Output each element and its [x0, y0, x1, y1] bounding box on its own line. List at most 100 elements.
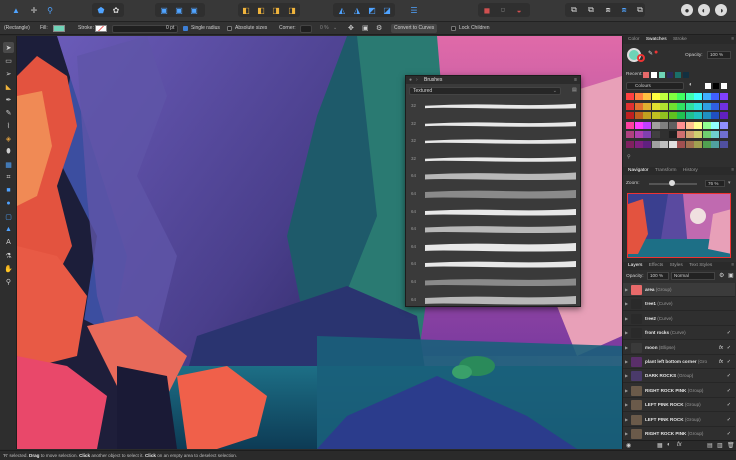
bring-front-icon[interactable]: ◧	[240, 4, 252, 16]
swatch[interactable]	[651, 112, 660, 119]
boolean-add-icon[interactable]: ◼	[481, 4, 493, 16]
swatch[interactable]	[694, 131, 702, 138]
corner-type-dropdown[interactable]	[300, 24, 312, 33]
tab-layers[interactable]: Layers	[628, 263, 642, 268]
swatch[interactable]	[668, 140, 677, 148]
expand-triangle-icon[interactable]: ▶	[625, 341, 628, 355]
settings-icon[interactable]: ✿	[110, 4, 122, 16]
layer-row[interactable]: ▶ plant left bottom corner (Gro fx ✓	[623, 355, 735, 369]
swatch[interactable]	[711, 131, 719, 138]
send-back-icon[interactable]: ◨	[286, 4, 298, 16]
swatch[interactable]	[668, 112, 677, 119]
brush-item[interactable]: 64	[409, 204, 579, 221]
layer-row[interactable]: ▶ RIGHT ROCK PINK (Group) ✓	[623, 384, 735, 398]
swatch[interactable]	[651, 131, 660, 138]
corner-tool-icon[interactable]: ◣	[3, 81, 14, 92]
order-back-icon[interactable]: ▣	[158, 4, 170, 16]
visibility-checkbox[interactable]: ✓	[727, 398, 731, 412]
tab-styles[interactable]: Styles	[670, 263, 683, 268]
swatch[interactable]	[634, 121, 643, 129]
swatch-white[interactable]	[705, 83, 711, 89]
search-icon[interactable]: ⚲	[627, 154, 631, 160]
duplicate-layer-icon[interactable]: ▥	[717, 442, 723, 449]
swatch[interactable]	[685, 112, 694, 119]
layer-row[interactable]: ▶ RIGHT ROCK PINK (Group) ✓	[623, 427, 735, 440]
vector-brush-icon[interactable]: ⌇	[3, 120, 14, 131]
layer-row[interactable]: ▶ moon (Ellipse) fx ✓	[623, 341, 735, 355]
swatch[interactable]	[634, 102, 643, 110]
boolean-divide-icon[interactable]: ⧉	[585, 4, 597, 16]
add-fx-icon[interactable]: fx	[677, 442, 682, 448]
swatch[interactable]	[694, 140, 702, 148]
triangle-tool-icon[interactable]: ▲	[3, 224, 14, 235]
swatch[interactable]	[694, 93, 702, 100]
boolean-xor-icon[interactable]: ⧉	[568, 4, 580, 16]
recent-swatch[interactable]	[683, 72, 689, 78]
expand-triangle-icon[interactable]: ▶	[625, 413, 628, 427]
brush-item[interactable]: 32	[409, 98, 579, 115]
convert-to-curves-button[interactable]: Convert to Curves	[391, 24, 438, 33]
palette-color-icon[interactable]: ◐	[689, 82, 693, 88]
zoom-slider-thumb[interactable]	[669, 180, 675, 186]
expand-triangle-icon[interactable]: ▶	[625, 283, 628, 297]
swatch[interactable]	[694, 102, 702, 110]
group-icon[interactable]: ⧈	[618, 4, 630, 16]
pencil-tool-icon[interactable]: ✎	[3, 107, 14, 118]
swatch[interactable]	[660, 102, 668, 110]
layers-opacity-field[interactable]: 100 %	[647, 272, 669, 280]
opacity-field[interactable]: 100 %	[707, 51, 731, 59]
swatch[interactable]	[626, 112, 634, 119]
swatch[interactable]	[660, 121, 668, 129]
close-icon[interactable]: ●	[409, 76, 412, 84]
panel-menu-icon[interactable]: ≡	[731, 36, 734, 44]
gear-icon[interactable]: ⚙	[719, 272, 724, 279]
swatch[interactable]	[651, 93, 660, 100]
panel-menu-icon[interactable]: ≡	[731, 262, 734, 270]
swatch[interactable]	[711, 93, 719, 100]
brush-item[interactable]: 64	[409, 221, 579, 238]
rotate-left-icon[interactable]: ◩	[366, 4, 378, 16]
recent-swatch[interactable]	[651, 72, 657, 78]
swatch[interactable]	[660, 112, 668, 119]
layer-row[interactable]: ▶ front rocks (Curve) ✓	[623, 326, 735, 341]
boolean-intersect-icon[interactable]: ◒	[513, 4, 525, 16]
swatch[interactable]	[651, 121, 660, 129]
swatch[interactable]	[643, 131, 651, 138]
node-tool-icon[interactable]: ➢	[3, 68, 14, 79]
swatch[interactable]	[711, 102, 719, 110]
swatch[interactable]	[643, 140, 651, 148]
swatch[interactable]	[643, 121, 651, 129]
swatch[interactable]	[626, 131, 634, 138]
swatch[interactable]	[643, 102, 651, 110]
swatch[interactable]	[677, 121, 685, 129]
navigator-preview[interactable]	[627, 193, 731, 258]
tab-stroke[interactable]: Stroke	[673, 37, 687, 42]
swatch[interactable]	[643, 112, 651, 119]
combine-icon[interactable]: ⧈	[602, 4, 614, 16]
swatch[interactable]	[668, 131, 677, 138]
brush-item[interactable]: 32	[409, 133, 579, 150]
layer-row[interactable]: ▶ LEFT PINK ROCK (Group) ✓	[623, 413, 735, 427]
text-tool-icon[interactable]: A	[3, 237, 14, 248]
order-forward-icon[interactable]: ▣	[188, 4, 200, 16]
pen-tool-icon[interactable]: ✒	[3, 94, 14, 105]
flip-horizontal-icon[interactable]: ◭	[336, 4, 348, 16]
panel-collapse-icon[interactable]: ›	[416, 76, 418, 84]
expand-triangle-icon[interactable]: ▶	[625, 398, 628, 412]
swatch[interactable]	[702, 131, 711, 138]
mask-icon[interactable]: ◉	[626, 442, 631, 449]
brushes-panel-header[interactable]: ● › Brushes ≡	[406, 76, 580, 84]
brush-category-dropdown[interactable]: Textured ⌄	[409, 87, 561, 95]
none-color-icon[interactable]: ●	[654, 49, 658, 56]
swatch[interactable]	[668, 121, 677, 129]
persona-export-icon[interactable]: ◑	[715, 4, 727, 16]
transform-origin-icon[interactable]: ✥	[348, 22, 354, 35]
export-persona-icon[interactable]: ⚲	[44, 4, 56, 16]
recent-swatch[interactable]	[675, 72, 681, 78]
align-icon[interactable]: ☰	[408, 4, 420, 16]
expand-triangle-icon[interactable]: ▶	[625, 297, 628, 311]
swatch[interactable]	[677, 112, 685, 119]
zoom-tool-icon[interactable]: ⚲	[3, 276, 14, 287]
visibility-checkbox[interactable]: ✓	[727, 369, 731, 383]
swatch[interactable]	[719, 102, 728, 110]
